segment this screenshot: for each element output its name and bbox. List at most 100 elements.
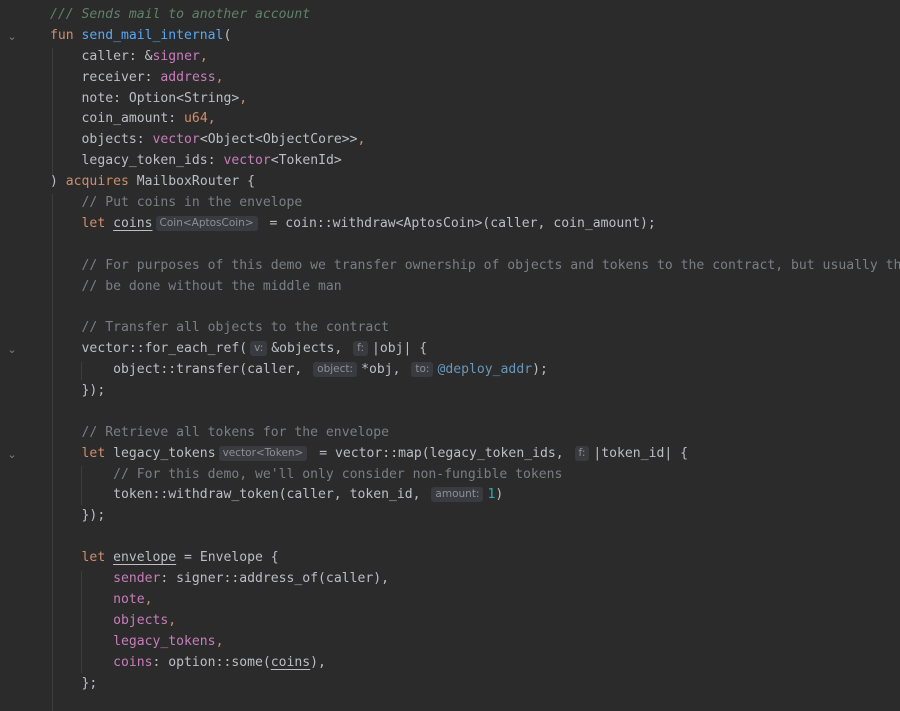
code-line: let legacy_tokens vector<Token> = vector:… bbox=[50, 444, 900, 465]
code-line: /// Sends mail to another account bbox=[50, 5, 900, 26]
param-name: coin_amount bbox=[81, 111, 169, 127]
function-call: vector::for_each_ref( bbox=[81, 341, 248, 357]
param-hint: f: bbox=[353, 341, 368, 357]
punctuation: }); bbox=[81, 383, 106, 399]
code-line: legacy_tokens, bbox=[113, 633, 224, 649]
code-line: caller: &signer, bbox=[81, 48, 208, 64]
argument: *obj, bbox=[361, 362, 401, 378]
variable-envelope: envelope bbox=[113, 550, 177, 566]
param-type: address bbox=[160, 69, 216, 85]
code-line: vector::for_each_ref(v: &objects, f: |obj|… bbox=[50, 339, 900, 360]
code-line: let envelope = Envelope { bbox=[50, 548, 900, 569]
comment: // Transfer all objects to the contract bbox=[81, 320, 389, 336]
code-line: receiver: address, bbox=[81, 69, 224, 85]
lambda: |obj| { bbox=[372, 341, 428, 357]
param-generic: vector bbox=[152, 132, 200, 148]
param-name: receiver bbox=[81, 69, 145, 85]
comment: // be done without the middle man bbox=[81, 278, 342, 294]
code-line: sender: signer::address_of(caller), bbox=[50, 569, 900, 590]
code-line: token::withdraw_token(caller, token_id, … bbox=[113, 487, 504, 503]
editor-gutter: ⌄ ⌄ ⌄ bbox=[0, 0, 24, 711]
code-line: coins: option::some(coins), bbox=[50, 653, 900, 674]
function-name: send_mail_internal bbox=[81, 27, 224, 43]
punctuation: ), bbox=[310, 654, 326, 670]
code-line: }); bbox=[50, 381, 900, 402]
code-line: // Transfer all objects to the contract bbox=[50, 318, 900, 339]
number-literal: 1 bbox=[487, 487, 496, 503]
param-type-prefix: & bbox=[144, 48, 153, 64]
fold-chevron-icon[interactable]: ⌄ bbox=[6, 344, 18, 356]
punctuation: ); bbox=[532, 362, 548, 378]
param-hint: amount: bbox=[431, 487, 484, 503]
keyword-let: let bbox=[81, 550, 106, 566]
struct-field: sender bbox=[113, 571, 161, 587]
param-name: note bbox=[81, 90, 114, 106]
comment: // For purposes of this demo we transfer… bbox=[81, 257, 900, 273]
code-line: // be done without the middle man bbox=[50, 277, 900, 298]
struct-field: coins bbox=[113, 654, 153, 670]
code-line: fun send_mail_internal( bbox=[50, 27, 232, 43]
code-line: object::transfer(caller, object: *obj, to… bbox=[50, 360, 900, 381]
comment: // Retrieve all tokens for the envelope bbox=[81, 424, 389, 440]
lambda: |token_id| { bbox=[593, 445, 688, 461]
code-line: note, bbox=[113, 591, 153, 607]
punctuation: }; bbox=[81, 675, 98, 691]
doc-comment: /// Sends mail to another account bbox=[50, 7, 311, 22]
function-call: object::transfer(caller, bbox=[113, 362, 303, 378]
code-line: note: Option<String>, bbox=[81, 90, 248, 106]
fold-chevron-icon[interactable]: ⌄ bbox=[6, 31, 18, 43]
keyword-fun: fun bbox=[50, 27, 74, 43]
param-type: signer bbox=[152, 48, 200, 64]
code-line: coin_amount: u64, bbox=[81, 111, 216, 127]
code-line: ) acquires MailboxRouter { bbox=[50, 174, 256, 190]
struct-field: objects bbox=[113, 612, 169, 628]
param-type: <TokenId> bbox=[270, 153, 342, 169]
code-line: objects: vector<Object<ObjectCore>>, bbox=[81, 132, 366, 148]
param-generic: vector bbox=[223, 153, 271, 169]
param-type: u64 bbox=[184, 111, 208, 127]
fold-chevron-icon[interactable]: ⌄ bbox=[6, 449, 18, 461]
param-name: legacy_token_ids bbox=[81, 153, 208, 169]
struct-field: note bbox=[113, 591, 145, 607]
address-literal: @deploy_addr bbox=[437, 362, 533, 378]
type-hint: Coin<AptosCoin> bbox=[155, 215, 258, 231]
variable-legacy-tokens: legacy_tokens bbox=[113, 445, 216, 461]
statement: = coin::withdraw<AptosCoin>(caller, coin… bbox=[261, 215, 656, 231]
code-line: // For purposes of this demo we transfer… bbox=[50, 256, 900, 277]
variable-coins: coins bbox=[113, 215, 153, 231]
code-editor[interactable]: ⌄ ⌄ ⌄ /// Sends mail to another account … bbox=[0, 0, 900, 711]
param-hint: f: bbox=[574, 445, 590, 461]
comment: // Put coins in the envelope bbox=[81, 195, 303, 211]
function-call: = vector::map(legacy_token_ids, bbox=[311, 445, 564, 461]
code-line: // Put coins in the envelope bbox=[50, 193, 900, 214]
code-line: }); bbox=[50, 506, 900, 527]
struct-init: = Envelope { bbox=[176, 550, 279, 566]
param-name: objects bbox=[81, 132, 137, 148]
code-line: objects, bbox=[113, 612, 177, 628]
param-type: <Object<ObjectCore>> bbox=[199, 132, 358, 148]
code-line: let coins Coin<AptosCoin> = coin::withdra… bbox=[50, 214, 900, 235]
field-value: : signer::address_of(caller), bbox=[160, 571, 390, 587]
param-type: Option<String> bbox=[128, 90, 240, 106]
punctuation: }); bbox=[81, 508, 106, 524]
keyword-let: let bbox=[81, 215, 106, 231]
function-call: token::withdraw_token(caller, token_id, bbox=[113, 487, 421, 503]
argument: &objects, bbox=[271, 341, 343, 357]
keyword-let: let bbox=[81, 445, 106, 461]
code-line: legacy_token_ids: vector<TokenId> bbox=[81, 153, 342, 169]
param-hint: to: bbox=[411, 362, 434, 378]
keyword-acquires: acquires bbox=[65, 174, 129, 190]
comment: // For this demo, we'll only consider no… bbox=[113, 466, 563, 482]
struct-field: legacy_tokens bbox=[113, 633, 216, 649]
acquires-resource: MailboxRouter bbox=[136, 174, 240, 190]
code-line: // For this demo, we'll only consider no… bbox=[50, 465, 900, 486]
code-line: }; bbox=[50, 674, 900, 695]
param-name: caller bbox=[81, 48, 129, 64]
variable-coins: coins bbox=[270, 654, 311, 670]
code-lines: /// Sends mail to another account fun se… bbox=[50, 5, 900, 694]
param-hint: object: bbox=[313, 362, 358, 378]
code-line: // Retrieve all tokens for the envelope bbox=[50, 423, 900, 444]
